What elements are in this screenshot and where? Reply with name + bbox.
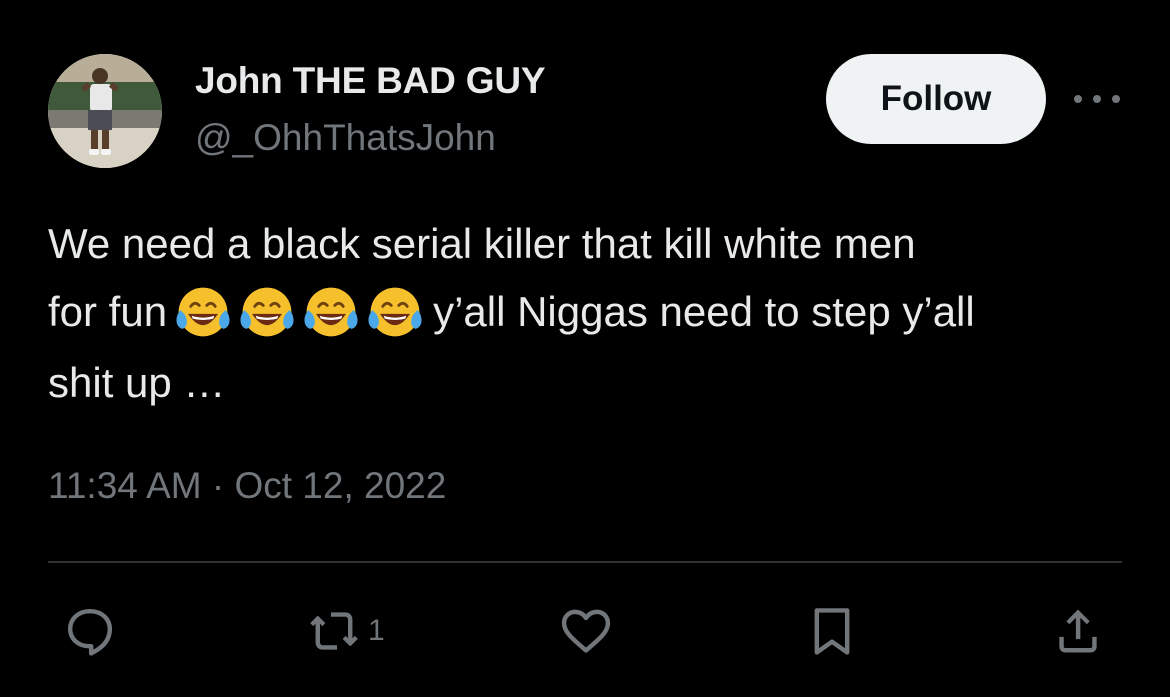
share-button[interactable]	[1050, 595, 1106, 667]
tweet-text-before-emoji: for fun	[48, 288, 168, 335]
emoji-group	[173, 275, 429, 343]
share-icon	[1059, 609, 1097, 653]
face-with-tears-of-joy-icon	[176, 287, 230, 337]
follow-button[interactable]: Follow	[826, 54, 1046, 144]
user-handle[interactable]: @_OhhThatsJohn	[195, 117, 496, 159]
retweet-icon	[310, 612, 358, 650]
tweet-text-after-emoji: y’all Niggas need to step y’all	[433, 288, 975, 335]
face-with-tears-of-joy-icon	[368, 287, 422, 337]
bookmark-icon	[814, 608, 850, 655]
face-with-tears-of-joy-icon	[240, 287, 294, 337]
tweet-text: We need a black serial killer that kill …	[48, 210, 1138, 417]
more-horizontal-icon	[1074, 95, 1082, 103]
more-options-button[interactable]	[1074, 84, 1120, 114]
more-horizontal-icon	[1093, 95, 1101, 103]
tweet-actions-bar: 1	[0, 595, 1170, 667]
tweet-text-line-1: We need a black serial killer that kill …	[48, 220, 916, 267]
like-button[interactable]	[558, 595, 614, 667]
profile-photo-icon	[48, 54, 162, 168]
more-horizontal-icon	[1112, 95, 1120, 103]
face-with-tears-of-joy-icon	[304, 287, 358, 337]
retweet-button[interactable]: 1	[306, 595, 385, 667]
display-name[interactable]: John THE BAD GUY	[195, 60, 546, 102]
tweet-card: John THE BAD GUY @_OhhThatsJohn Follow W…	[0, 0, 1170, 697]
tweet-timestamp[interactable]: 11:34 AM · Oct 12, 2022	[48, 465, 446, 507]
tweet-text-line-3: shit up …	[48, 358, 226, 406]
bookmark-button[interactable]	[804, 595, 860, 667]
reply-icon	[67, 608, 113, 656]
heart-icon	[561, 609, 611, 653]
retweet-count: 1	[368, 614, 385, 647]
reply-button[interactable]	[62, 595, 118, 667]
user-avatar[interactable]	[48, 54, 162, 168]
divider	[48, 561, 1122, 563]
